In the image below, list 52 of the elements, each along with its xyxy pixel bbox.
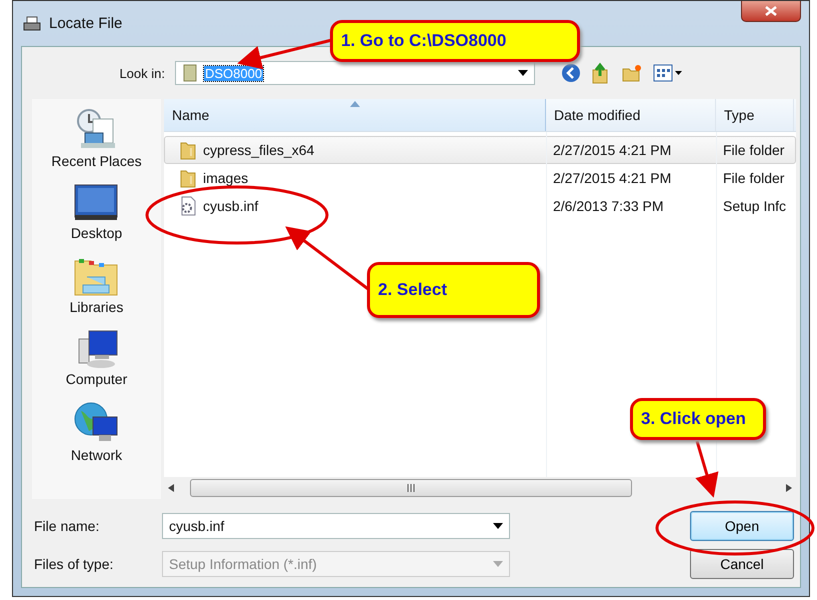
type-cell-text: File folder [722, 142, 786, 158]
close-icon [765, 6, 777, 16]
date-cell-text: 2/27/2015 4:21 PM [552, 170, 672, 186]
file-name: cypress_files_x64 [203, 142, 314, 158]
settings-file-icon [179, 196, 197, 216]
window-title: Locate File [49, 15, 122, 32]
place-item[interactable]: Network [70, 447, 122, 463]
type-cell-text: Setup Infc [722, 198, 788, 214]
place-item[interactable]: Libraries [70, 299, 124, 315]
file-row[interactable]: images 2/27/2015 4:21 PM File folder [164, 164, 796, 192]
new-folder-icon[interactable] [621, 63, 643, 83]
close-button[interactable] [741, 1, 801, 22]
column-header[interactable]: Type [716, 99, 794, 131]
folder-icon [182, 64, 198, 82]
dialog-button[interactable]: Open [690, 511, 794, 541]
type-cell-text: File folder [722, 170, 786, 186]
file-type-label: Files of type: [33, 556, 114, 572]
monitor-icon [73, 183, 120, 223]
grip-icon [406, 484, 416, 492]
file-name: images [203, 170, 248, 186]
view-menu-icon[interactable] [653, 63, 683, 83]
scrollbar-thumb[interactable] [190, 479, 632, 497]
dropdown-arrow-icon [493, 561, 503, 567]
date-cell-text: 2/27/2015 4:21 PM [552, 142, 672, 158]
file-name-field[interactable]: cyusb.inf [162, 513, 510, 539]
dropdown-arrow-icon [518, 70, 528, 76]
printer-icon [23, 16, 41, 32]
folder-icon [179, 140, 197, 160]
place-item[interactable]: Recent Places [51, 153, 142, 169]
scroll-left-icon[interactable] [168, 484, 174, 492]
back-icon[interactable] [561, 63, 581, 83]
dialog-button[interactable]: Cancel [690, 549, 794, 579]
column-header[interactable]: Name [164, 99, 546, 131]
look-in-value: DSO8000 [204, 66, 264, 80]
folder-icon [179, 168, 197, 188]
scroll-right-icon[interactable] [786, 484, 792, 492]
file-row[interactable]: cyusb.inf 2/6/2013 7:33 PM Setup Infc [164, 192, 796, 220]
place-item[interactable]: Computer [66, 371, 128, 387]
file-name-label: File name: [33, 518, 100, 534]
dropdown-arrow-icon [493, 523, 503, 529]
date-cell-text: 2/6/2013 7:33 PM [552, 198, 665, 214]
horizontal-scrollbar[interactable] [164, 477, 796, 499]
file-name: cyusb.inf [203, 198, 258, 214]
pointer-arrow [695, 440, 718, 498]
column-header[interactable]: Date modified [546, 99, 716, 131]
callout-note: 3. Click open [630, 398, 766, 440]
place-item[interactable]: Desktop [70, 225, 122, 241]
sort-arrow-icon [350, 101, 360, 107]
file-row[interactable]: cypress_files_x64 2/27/2015 4:21 PM File folder [164, 136, 796, 164]
look-in-label: Look in: [118, 66, 166, 80]
callout-note: 1. Go to C:\DSO8000 [330, 20, 580, 62]
callout-note: 2. Select [367, 262, 540, 318]
